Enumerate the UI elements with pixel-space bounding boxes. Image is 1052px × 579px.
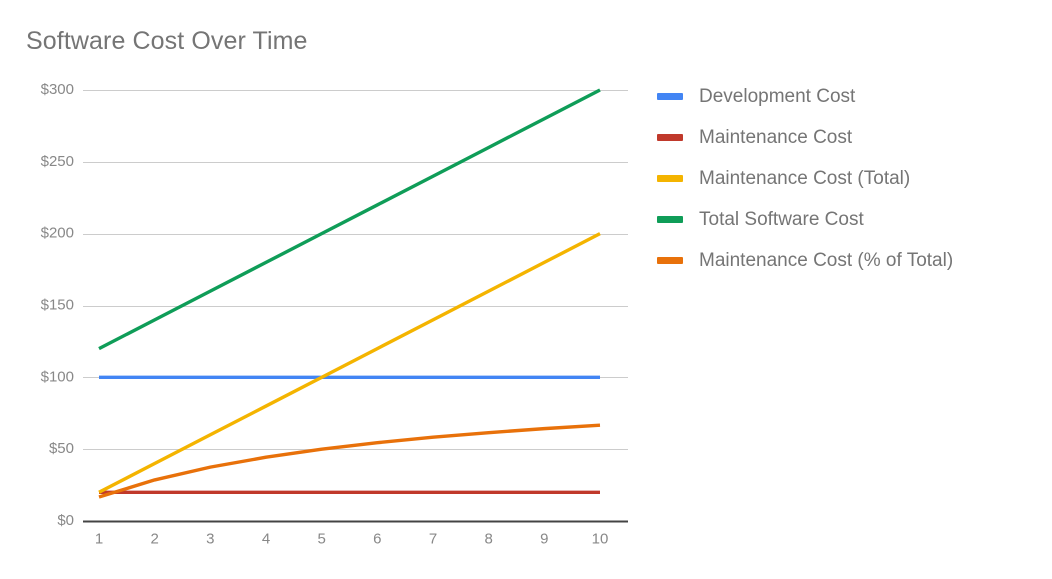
y-axis-tick-label: $0 bbox=[57, 512, 74, 529]
x-axis-tick-label: 5 bbox=[317, 530, 325, 547]
y-axis-tick-labels: $0 $50 $100 $150 $200 $250 $300 bbox=[41, 81, 74, 529]
y-axis-tick-label: $250 bbox=[41, 153, 74, 170]
chart-legend: Development Cost Maintenance Cost Maintena… bbox=[657, 76, 953, 281]
series-line bbox=[98, 232, 601, 494]
x-axis-tick-label: 3 bbox=[206, 530, 214, 547]
legend-item[interactable]: Maintenance Cost bbox=[657, 117, 953, 158]
gridlines bbox=[83, 90, 628, 450]
legend-item[interactable]: Maintenance Cost (Total) bbox=[657, 158, 953, 199]
data-series-group bbox=[98, 88, 601, 499]
y-axis-tick-label: $200 bbox=[41, 225, 74, 242]
x-axis-tick-label: 1 bbox=[95, 530, 103, 547]
legend-color-swatch-icon bbox=[657, 216, 683, 223]
series-line bbox=[98, 88, 601, 351]
x-axis-tick-labels: 1 2 3 4 5 6 7 8 9 10 bbox=[95, 530, 609, 547]
legend-color-swatch-icon bbox=[657, 134, 683, 141]
series-line bbox=[98, 423, 601, 499]
x-axis-tick-label: 2 bbox=[150, 530, 158, 547]
legend-color-swatch-icon bbox=[657, 175, 683, 182]
legend-item-label: Development Cost bbox=[699, 86, 856, 107]
x-axis-tick-label: 4 bbox=[262, 530, 270, 547]
legend-item-label: Maintenance Cost (% of Total) bbox=[699, 250, 954, 271]
y-axis-tick-label: $50 bbox=[49, 440, 74, 457]
legend-color-swatch-icon bbox=[657, 93, 683, 100]
chart-container: Software Cost Over Time $0 $50 $100 $150 $20… bbox=[0, 0, 1052, 579]
legend-item-label: Maintenance Cost (Total) bbox=[699, 168, 911, 189]
y-axis-tick-label: $100 bbox=[41, 368, 74, 385]
y-axis-tick-label: $300 bbox=[41, 81, 74, 98]
legend-item-label: Maintenance Cost bbox=[699, 127, 853, 148]
y-axis-tick-label: $150 bbox=[41, 296, 74, 313]
legend-item[interactable]: Total Software Cost bbox=[657, 199, 953, 240]
x-axis-tick-label: 10 bbox=[592, 530, 609, 547]
x-axis-tick-label: 9 bbox=[540, 530, 548, 547]
x-axis-tick-label: 7 bbox=[429, 530, 437, 547]
legend-item[interactable]: Maintenance Cost (% of Total) bbox=[657, 240, 953, 281]
legend-color-swatch-icon bbox=[657, 257, 683, 264]
legend-item[interactable]: Development Cost bbox=[657, 76, 953, 117]
legend-item-label: Total Software Cost bbox=[699, 209, 864, 230]
x-axis-tick-label: 8 bbox=[484, 530, 492, 547]
x-axis-tick-label: 6 bbox=[373, 530, 381, 547]
